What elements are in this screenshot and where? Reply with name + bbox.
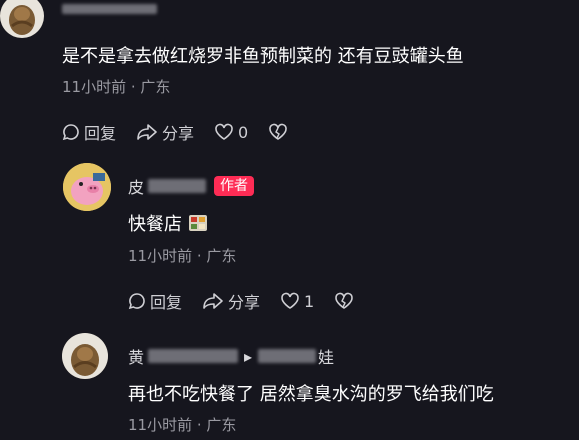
- broken-heart-icon: [269, 123, 288, 140]
- reply-meta: 11小时前 · 广东: [128, 416, 237, 434]
- reply-text: 再也不吃快餐了 居然拿臭水沟的罗飞给我们吃: [128, 384, 494, 405]
- reply-meta: 11小时前 · 广东: [128, 247, 237, 265]
- share-button[interactable]: 分享: [136, 120, 194, 144]
- author-avatar[interactable]: [63, 163, 111, 211]
- share-arrow-icon: [137, 124, 157, 140]
- share-arrow-icon: [203, 293, 223, 309]
- user-avatar[interactable]: [0, 0, 44, 38]
- username-text: 皮: [128, 178, 145, 197]
- username-text: 黄: [128, 348, 145, 367]
- comment-bubble-icon: [62, 124, 79, 141]
- share-button[interactable]: 分享: [202, 289, 260, 313]
- share-label: 分享: [162, 124, 195, 143]
- comment-actions: 回复 分享 0: [62, 120, 312, 144]
- broken-heart-icon: [335, 292, 354, 309]
- reply-text-content: 快餐店: [128, 214, 182, 235]
- reply-text: 快餐店: [128, 210, 208, 236]
- author-badge: 作者: [214, 176, 255, 196]
- reply-actions: 回复 分享 1: [128, 289, 378, 313]
- comment-meta: 11小时前 · 广东: [62, 78, 171, 96]
- comment-bubble-icon: [128, 293, 145, 310]
- reply-button[interactable]: 回复: [62, 120, 116, 144]
- reply-button[interactable]: 回复: [128, 289, 182, 313]
- dislike-button[interactable]: [334, 292, 358, 310]
- like-button[interactable]: 1: [280, 292, 314, 311]
- like-count: 1: [304, 291, 315, 311]
- heart-icon: [281, 292, 299, 309]
- username-tail: 娃: [318, 348, 335, 367]
- like-button[interactable]: 0: [214, 123, 248, 142]
- user-avatar[interactable]: [62, 333, 108, 379]
- username[interactable]: 黄 ▸ 娃: [128, 344, 334, 368]
- arrow-separator-icon: ▸: [244, 346, 253, 366]
- dislike-button[interactable]: [268, 123, 292, 141]
- author-username[interactable]: 皮 作者: [128, 174, 255, 198]
- food-box-sticker-icon: [189, 215, 207, 231]
- reply-label: 回复: [84, 124, 117, 143]
- comment-text: 是不是拿去做红烧罗非鱼预制菜的 还有豆豉罐头鱼: [62, 46, 464, 67]
- like-count: 0: [238, 122, 249, 142]
- reply-label: 回复: [150, 293, 183, 312]
- share-label: 分享: [228, 293, 261, 312]
- heart-icon: [215, 123, 233, 140]
- username[interactable]: [62, 4, 157, 14]
